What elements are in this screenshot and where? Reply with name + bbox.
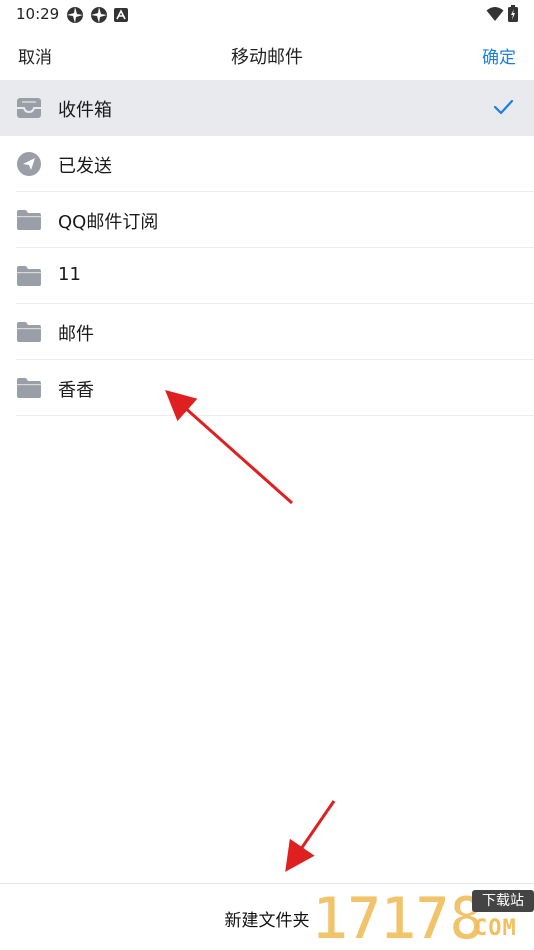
folder-item-mail[interactable]: 邮件 — [0, 304, 534, 360]
watermark-suffix: COM — [474, 916, 517, 941]
divider — [16, 415, 534, 416]
status-time: 10:29 — [16, 5, 60, 23]
folder-label: 已发送 — [58, 156, 112, 177]
folder-item-qq-subscription[interactable]: QQ邮件订阅 — [0, 192, 534, 248]
aperture-icon — [91, 7, 107, 23]
nav-bar: 取消 移动邮件 确定 — [0, 28, 534, 80]
status-system-icons — [486, 5, 518, 22]
folder-icon — [17, 210, 41, 230]
watermark-logo: 17178 下载站 COM — [311, 884, 534, 950]
folder-icon — [17, 266, 41, 286]
folder-icon — [17, 322, 41, 342]
folder-icon — [17, 378, 41, 398]
annotation-arrow-new-folder — [285, 800, 336, 872]
folder-label: 邮件 — [58, 324, 94, 345]
checkmark-icon — [493, 99, 514, 115]
folder-label: 香香 — [58, 380, 94, 401]
app-a-icon — [114, 8, 128, 22]
folder-item-11[interactable]: 11 — [0, 248, 534, 304]
wifi-icon — [486, 6, 504, 21]
aperture-icon — [67, 7, 83, 23]
folder-item-xiangxiang[interactable]: 香香 — [0, 360, 534, 416]
watermark-digits: 17178 — [311, 884, 486, 950]
page-title: 移动邮件 — [231, 47, 303, 68]
sent-icon — [17, 152, 41, 176]
folder-list: 收件箱 已发送 QQ邮件订阅 11 邮件 香香 — [0, 80, 534, 416]
status-bar: 10:29 — [0, 0, 534, 28]
watermark-badge: 下载站 — [472, 890, 534, 912]
folder-item-sent[interactable]: 已发送 — [0, 136, 534, 192]
battery-icon — [508, 5, 518, 22]
confirm-button[interactable]: 确定 — [482, 43, 516, 68]
folder-label: QQ邮件订阅 — [58, 212, 159, 233]
inbox-icon — [17, 98, 41, 118]
folder-label: 11 — [58, 264, 81, 285]
status-notification-icons — [66, 6, 128, 24]
folder-item-inbox[interactable]: 收件箱 — [0, 80, 534, 136]
folder-label: 收件箱 — [58, 100, 112, 121]
